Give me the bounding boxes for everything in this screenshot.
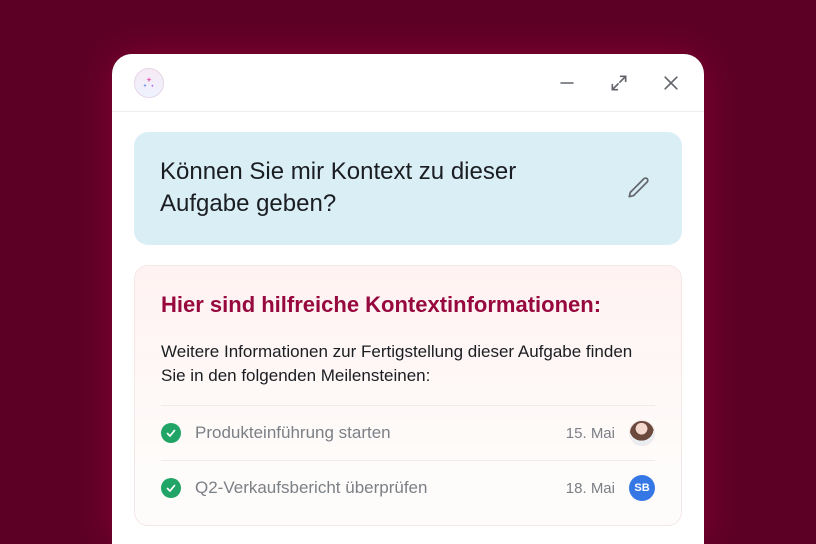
milestone-date: 15. Mai xyxy=(566,425,615,442)
milestone-date: 18. Mai xyxy=(566,480,615,497)
answer-lead-text: Weitere Informationen zur Fertigstellung… xyxy=(161,340,655,389)
close-button[interactable] xyxy=(660,72,682,94)
milestone-row[interactable]: Q2-Verkaufsbericht überprüfen 18. Mai SB xyxy=(161,460,655,515)
answer-title: Hier sind hilfreiche Kontextinformatione… xyxy=(161,292,655,318)
milestone-name: Produkteinführung starten xyxy=(195,423,552,443)
window-controls xyxy=(556,72,682,94)
edit-question-button[interactable] xyxy=(622,171,656,205)
ai-sparkle-icon xyxy=(134,68,164,98)
milestone-name: Q2-Verkaufsbericht überprüfen xyxy=(195,478,552,498)
user-question-text: Können Sie mir Kontext zu dieser Aufgabe… xyxy=(160,156,602,221)
check-circle-icon xyxy=(161,423,181,443)
assistant-answer-card: Hier sind hilfreiche Kontextinformatione… xyxy=(134,265,682,526)
assignee-avatar[interactable] xyxy=(629,420,655,446)
assignee-avatar[interactable]: SB xyxy=(629,475,655,501)
expand-button[interactable] xyxy=(608,72,630,94)
titlebar xyxy=(112,54,704,112)
content-area: Können Sie mir Kontext zu dieser Aufgabe… xyxy=(112,112,704,526)
pencil-icon xyxy=(626,175,652,201)
milestone-row[interactable]: Produkteinführung starten 15. Mai xyxy=(161,405,655,460)
user-question-card: Können Sie mir Kontext zu dieser Aufgabe… xyxy=(134,132,682,245)
minimize-button[interactable] xyxy=(556,72,578,94)
assistant-panel: Können Sie mir Kontext zu dieser Aufgabe… xyxy=(112,54,704,544)
check-circle-icon xyxy=(161,478,181,498)
